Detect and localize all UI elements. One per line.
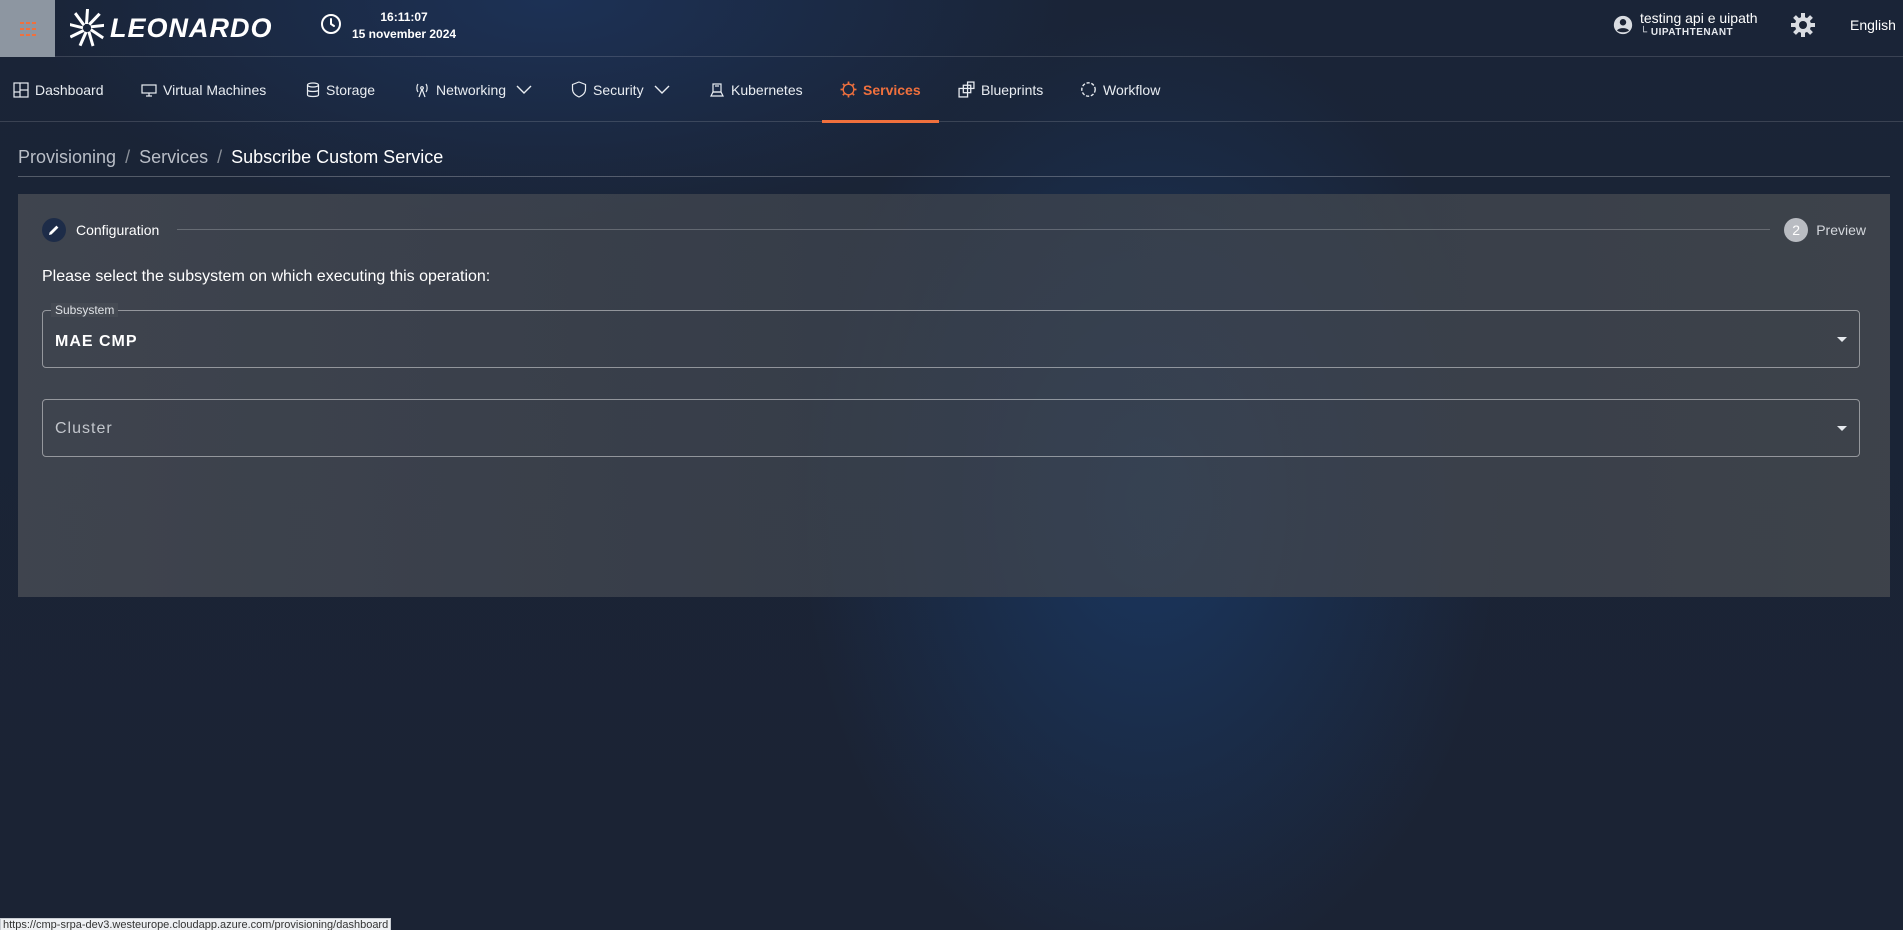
link-status-bar: https://cmp-srpa-dev3.westeurope.cloudap… [0, 918, 392, 930]
database-icon [306, 81, 320, 97]
nav-services[interactable]: Services [822, 57, 939, 123]
datetime-display: 16:11:07 15 november 2024 [352, 9, 456, 43]
nav-networking[interactable]: Networking [414, 57, 532, 122]
subsystem-label: Subsystem [51, 303, 119, 317]
leonardo-star-icon [70, 9, 104, 47]
nav-security[interactable]: Security [571, 57, 670, 122]
theme-toggle-icon[interactable] [1790, 12, 1816, 38]
user-profile[interactable]: testing api e uipath └ UIPATHTENANT [1612, 10, 1758, 38]
app-menu-button[interactable] [0, 0, 55, 57]
breadcrumb-separator: / [125, 147, 131, 167]
nav-blueprints[interactable]: Blueprints [958, 57, 1043, 122]
user-name: testing api e uipath [1640, 10, 1758, 26]
chevron-down-icon [654, 85, 670, 94]
cluster-placeholder: Cluster [55, 420, 113, 437]
chevron-down-icon [516, 85, 532, 94]
breadcrumb-provisioning[interactable]: Provisioning [18, 147, 116, 168]
workflow-cycle-icon [1081, 82, 1096, 97]
nav-label: Networking [436, 81, 507, 98]
brand-name: LEONARDO [110, 12, 273, 43]
dropdown-arrow-icon [1837, 337, 1847, 342]
step-preview[interactable]: 2 Preview [1784, 218, 1866, 242]
step-configuration[interactable]: Configuration [42, 218, 159, 242]
leonardo-logo[interactable]: LEONARDO [70, 5, 273, 51]
monitor-icon [141, 83, 157, 97]
nav-storage[interactable]: Storage [306, 57, 375, 122]
antenna-icon [416, 83, 428, 97]
dropdown-arrow-icon [1837, 426, 1847, 431]
breadcrumb-current: Subscribe Custom Service [231, 147, 444, 167]
services-gear-icon [840, 81, 857, 98]
kubernetes-icon [710, 82, 724, 97]
language-selector[interactable]: English [1850, 17, 1896, 33]
stepper: Configuration 2 Preview [42, 218, 1866, 242]
nav-label: Workflow [1103, 81, 1161, 98]
grid-menu-icon [19, 21, 36, 36]
nav-label: Services [863, 81, 921, 98]
step-label: Preview [1816, 222, 1866, 238]
shield-icon [571, 81, 587, 98]
step-label: Configuration [76, 222, 160, 238]
breadcrumb: Provisioning / Services / Subscribe Cust… [18, 147, 1890, 177]
current-time: 16:11:07 [380, 10, 428, 24]
current-date: 15 november 2024 [352, 27, 457, 41]
step-number-badge: 2 [1784, 218, 1809, 242]
nav-label: Kubernetes [731, 81, 803, 98]
nav-label: Storage [326, 81, 376, 98]
main-nav: Dashboard Virtual Machines Storage Netwo… [0, 57, 1903, 123]
nav-label: Security [593, 81, 644, 98]
nav-workflow[interactable]: Workflow [1080, 57, 1160, 122]
tenant-name: └ UIPATHTENANT [1640, 27, 1734, 38]
breadcrumb-services[interactable]: Services [139, 147, 208, 168]
pencil-icon [49, 225, 59, 235]
subsystem-value: MAE CMP [55, 333, 138, 350]
step-edit-badge [42, 218, 66, 242]
nav-dashboard[interactable]: Dashboard [13, 57, 104, 122]
dashboard-icon [13, 81, 29, 98]
top-bar: LEONARDO 16:11:07 15 november 2024 testi… [0, 0, 1903, 57]
clock-icon [321, 14, 341, 34]
nav-label: Virtual Machines [163, 81, 267, 98]
nav-kubernetes[interactable]: Kubernetes [709, 57, 803, 122]
stepper-connector [177, 229, 1770, 230]
form-panel: Configuration 2 Preview Please select th… [18, 194, 1890, 597]
breadcrumb-separator: / [217, 147, 223, 167]
cluster-select[interactable]: Cluster [42, 399, 1860, 457]
nav-label: Dashboard [35, 81, 104, 98]
nav-virtual-machines[interactable]: Virtual Machines [141, 57, 266, 122]
account-circle-icon [1613, 15, 1633, 35]
nav-label: Blueprints [981, 81, 1044, 98]
instruction-text: Please select the subsystem on which exe… [42, 268, 491, 285]
blueprints-icon [958, 81, 975, 98]
subsystem-select[interactable]: Subsystem MAE CMP [42, 303, 1860, 368]
